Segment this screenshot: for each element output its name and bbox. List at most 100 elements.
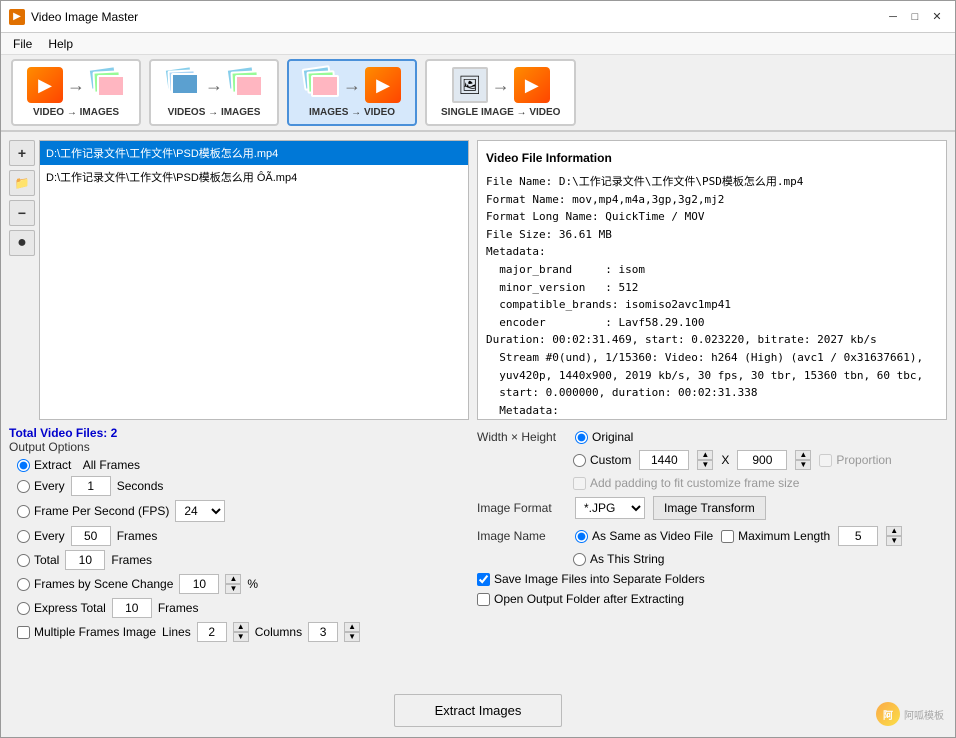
original-radio-label[interactable]: Original: [575, 430, 633, 444]
remove-button[interactable]: −: [9, 200, 35, 226]
format-label: Image Format: [477, 501, 567, 515]
scene-up-btn[interactable]: ▲: [225, 574, 241, 584]
height-input[interactable]: [737, 450, 787, 470]
width-down-btn[interactable]: ▼: [697, 460, 713, 470]
original-radio[interactable]: [575, 431, 588, 444]
arrow-icon-1: →: [67, 75, 85, 96]
scene-change-input[interactable]: [179, 574, 219, 594]
as-string-label[interactable]: As This String: [573, 552, 664, 566]
save-separate-label[interactable]: Save Image Files into Separate Folders: [477, 572, 705, 586]
scene-change-radio[interactable]: [17, 578, 30, 591]
total-frames-radio[interactable]: [17, 554, 30, 567]
custom-radio-label[interactable]: Custom: [573, 453, 631, 467]
every-frames-radio[interactable]: [17, 530, 30, 543]
max-length-input[interactable]: [838, 526, 878, 546]
tab-videos-to-images[interactable]: → VIDEOS → IMAGES: [149, 59, 279, 126]
arrow-icon-2: →: [205, 75, 223, 96]
lines-down-btn[interactable]: ▼: [233, 632, 249, 642]
express-total-input[interactable]: [112, 598, 152, 618]
clear-button[interactable]: ●: [9, 230, 35, 256]
fps-label[interactable]: Frame Per Second (FPS): [17, 504, 169, 518]
add-folder-button[interactable]: 📁: [9, 170, 35, 196]
videos-icon-2: [165, 67, 201, 103]
tab-label-video-to-images: VIDEO → IMAGES: [33, 107, 119, 118]
images-icon-2: [227, 67, 263, 103]
watermark-logo: 阿: [876, 702, 900, 726]
open-output-checkbox[interactable]: [477, 593, 490, 606]
lines-up-btn[interactable]: ▲: [233, 622, 249, 632]
extract-images-button[interactable]: Extract Images: [394, 694, 563, 727]
file-item[interactable]: D:\工作记录文件\工作文件\PSD模板怎么用.mp4: [40, 141, 468, 165]
minimize-button[interactable]: ─: [883, 8, 903, 26]
arrow-icon-3: →: [343, 75, 361, 96]
padding-label[interactable]: Add padding to fit customize frame size: [573, 476, 799, 490]
total-frames-label[interactable]: Total: [17, 553, 59, 567]
scene-change-label[interactable]: Frames by Scene Change: [17, 577, 173, 591]
width-up-btn[interactable]: ▲: [697, 450, 713, 460]
watermark-text: 阿呱模板: [904, 707, 944, 722]
proportion-label[interactable]: Proportion: [819, 453, 891, 467]
image-name-label: Image Name: [477, 529, 567, 543]
columns-input[interactable]: [308, 622, 338, 642]
images-icon-3: [303, 67, 339, 103]
video-icon-3: ▶: [365, 67, 401, 103]
lines-input[interactable]: [197, 622, 227, 642]
fps-radio[interactable]: [17, 505, 30, 518]
columns-down-btn[interactable]: ▼: [344, 632, 360, 642]
custom-radio[interactable]: [573, 454, 586, 467]
maxlen-up-btn[interactable]: ▲: [886, 526, 902, 536]
proportion-checkbox[interactable]: [819, 454, 832, 467]
maxlen-down-btn[interactable]: ▼: [886, 536, 902, 546]
max-length-checkbox[interactable]: [721, 530, 734, 543]
maximize-button[interactable]: □: [905, 8, 925, 26]
video-icon-4: ▶: [514, 67, 550, 103]
close-button[interactable]: ✕: [927, 8, 947, 26]
every-frames-input[interactable]: [71, 526, 111, 546]
scene-down-btn[interactable]: ▼: [225, 584, 241, 594]
total-frames-input[interactable]: [65, 550, 105, 570]
express-total-label[interactable]: Express Total: [17, 601, 106, 615]
menu-file[interactable]: File: [5, 35, 40, 53]
wh-label: Width × Height: [477, 430, 567, 444]
video-info-box: Video File Information File Name: D:\工作记…: [477, 140, 947, 420]
image-transform-button[interactable]: Image Transform: [653, 496, 766, 520]
columns-up-btn[interactable]: ▲: [344, 622, 360, 632]
every-seconds-radio[interactable]: [17, 480, 30, 493]
arrow-icon-4: →: [492, 75, 510, 96]
extract-radio-all[interactable]: [17, 459, 30, 472]
same-as-video-radio[interactable]: [575, 530, 588, 543]
extract-label[interactable]: Extract All Frames: [17, 458, 140, 472]
video-info-content: File Name: D:\工作记录文件\工作文件\PSD模板怎么用.mp4 F…: [486, 173, 938, 420]
express-total-radio[interactable]: [17, 602, 30, 615]
as-string-radio[interactable]: [573, 553, 586, 566]
every-seconds-label[interactable]: Every: [17, 479, 65, 493]
menu-help[interactable]: Help: [40, 35, 81, 53]
file-item[interactable]: D:\工作记录文件\工作文件\PSD模板怎么用 ÔÃ.mp4: [40, 165, 468, 189]
every-frames-label[interactable]: Every: [17, 529, 65, 543]
same-as-video-label[interactable]: As Same as Video File: [575, 529, 713, 543]
height-up-btn[interactable]: ▲: [795, 450, 811, 460]
tab-video-to-images[interactable]: ▶ → VIDEO → IMAGES: [11, 59, 141, 126]
tab-label-images-to-video: IMAGES → VIDEO: [309, 107, 395, 118]
fps-select[interactable]: 24 25 30: [175, 500, 225, 522]
multi-frames-label[interactable]: Multiple Frames Image: [17, 625, 156, 639]
add-file-button[interactable]: +: [9, 140, 35, 166]
tab-images-to-video[interactable]: → ▶ IMAGES → VIDEO: [287, 59, 417, 126]
multi-frames-checkbox[interactable]: [17, 626, 30, 639]
padding-checkbox[interactable]: [573, 477, 586, 490]
width-input[interactable]: [639, 450, 689, 470]
max-length-label[interactable]: Maximum Length: [721, 529, 830, 543]
save-separate-checkbox[interactable]: [477, 573, 490, 586]
open-output-label[interactable]: Open Output Folder after Extracting: [477, 592, 684, 606]
file-list: D:\工作记录文件\工作文件\PSD模板怎么用.mp4 D:\工作记录文件\工作…: [39, 140, 469, 420]
app-icon: ▶: [9, 9, 25, 25]
window-title: Video Image Master: [31, 10, 138, 24]
height-down-btn[interactable]: ▼: [795, 460, 811, 470]
single-image-icon: 🖼: [452, 67, 488, 103]
tab-single-image-to-video[interactable]: 🖼 → ▶ SINGLE IMAGE → VIDEO: [425, 59, 576, 126]
total-label: Total Video Files: 2: [9, 426, 469, 440]
video-info-title: Video File Information: [486, 149, 938, 167]
format-select[interactable]: *.JPG *.PNG *.BMP *.GIF: [575, 497, 645, 519]
output-options-label: Output Options: [9, 440, 469, 454]
every-seconds-input[interactable]: [71, 476, 111, 496]
